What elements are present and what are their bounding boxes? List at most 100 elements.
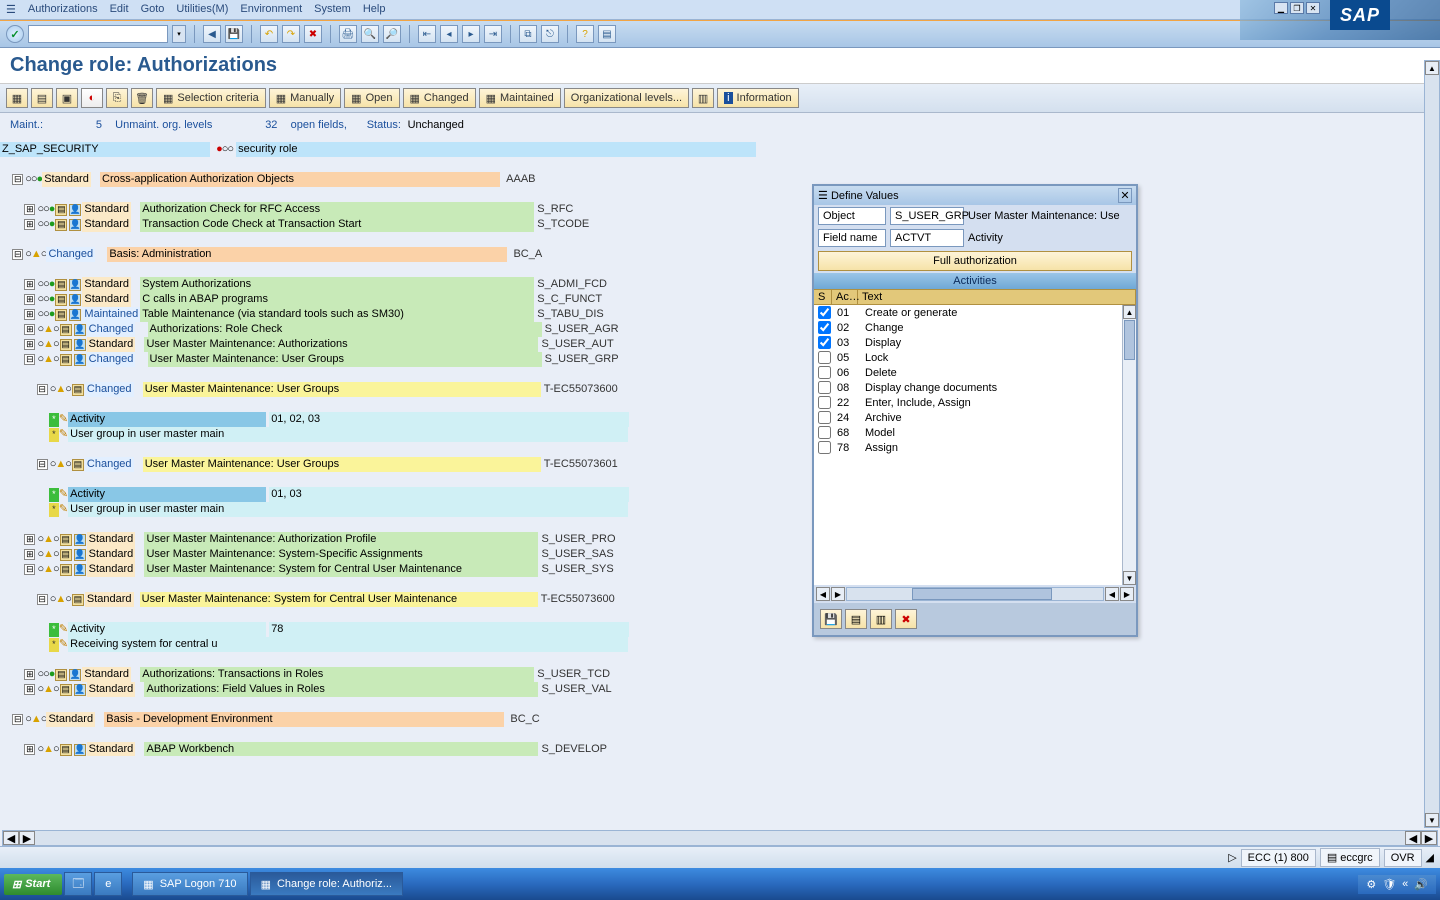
shortcut-icon[interactable]: ⎋ bbox=[541, 25, 559, 43]
layout-icon[interactable]: ▤ bbox=[598, 25, 616, 43]
tree-node[interactable]: ⊟ ○▲○ ▤ Standard User Master Maintenance… bbox=[0, 592, 1432, 607]
activity-row[interactable]: 02Change bbox=[814, 320, 1136, 335]
new-session-icon[interactable]: ⧉ bbox=[519, 25, 537, 43]
task-change-role[interactable]: ▦Change role: Authoriz... bbox=[250, 872, 403, 896]
scroll-thumb[interactable] bbox=[912, 588, 1052, 600]
star-icon[interactable]: * bbox=[49, 413, 59, 427]
tree-node[interactable]: ⊟ ○▲○ ▤ Changed User Master Maintenance:… bbox=[0, 382, 1432, 397]
scroll-down-icon[interactable]: ▼ bbox=[1425, 813, 1439, 827]
tray-expand-icon[interactable]: « bbox=[1402, 878, 1408, 890]
minimize-icon[interactable]: ▁ bbox=[1274, 2, 1288, 14]
back-icon[interactable]: ◀ bbox=[203, 25, 221, 43]
pencil-icon[interactable]: ✎ bbox=[59, 412, 68, 427]
activity-row[interactable]: 08Display change documents bbox=[814, 380, 1136, 395]
menu-help[interactable]: Help bbox=[363, 3, 386, 16]
scroll-right-icon[interactable]: ◀ bbox=[1105, 587, 1119, 601]
command-dropdown-icon[interactable]: ▾ bbox=[172, 25, 186, 43]
expand-icon[interactable]: ▦ bbox=[6, 88, 28, 108]
menu-authorizations[interactable]: Authorizations bbox=[28, 3, 98, 16]
tree-field-activity[interactable]: * ✎ Activity 01, 03 bbox=[0, 487, 1432, 502]
activity-row[interactable]: 06Delete bbox=[814, 365, 1136, 380]
cancel-icon[interactable]: ↷ bbox=[282, 25, 300, 43]
status-resize-icon[interactable]: ◢ bbox=[1426, 851, 1434, 864]
save-icon[interactable]: 💾 bbox=[225, 25, 243, 43]
collapse-icon[interactable]: ▤ bbox=[31, 88, 53, 108]
maximize-icon[interactable]: ❐ bbox=[1290, 2, 1304, 14]
enter-icon[interactable]: ✓ bbox=[6, 25, 24, 43]
star-icon[interactable]: * bbox=[49, 428, 59, 442]
activity-checkbox[interactable] bbox=[818, 366, 831, 379]
cancel-x-icon[interactable]: ✖ bbox=[304, 25, 322, 43]
org-levels-button[interactable]: Organizational levels... bbox=[564, 88, 689, 108]
legend-icon[interactable]: ◐ bbox=[81, 88, 103, 108]
task-sap-logon[interactable]: ▦SAP Logon 710 bbox=[132, 872, 247, 896]
activity-row[interactable]: 05Lock bbox=[814, 350, 1136, 365]
activity-row[interactable]: 01Create or generate bbox=[814, 305, 1136, 320]
auth-tree[interactable]: Z_SAP_SECURITY ●○○ security role ⊟ ○○● S… bbox=[0, 138, 1440, 756]
start-button[interactable]: ⊞Start bbox=[4, 874, 62, 895]
first-page-icon[interactable]: ⇤ bbox=[418, 25, 436, 43]
save-button[interactable]: 💾 bbox=[820, 609, 842, 629]
tree-toggle-icon[interactable]: ▥ bbox=[692, 88, 714, 108]
delete-icon[interactable]: 🗑 bbox=[131, 88, 153, 108]
node-icon[interactable]: ▤ bbox=[55, 204, 67, 216]
pencil-icon[interactable]: ✎ bbox=[59, 427, 68, 442]
scroll-left-end-icon[interactable]: ◀ bbox=[1405, 831, 1421, 845]
activity-row[interactable]: 68Model bbox=[814, 425, 1136, 440]
activity-checkbox[interactable] bbox=[818, 321, 831, 334]
tree-node-stcode[interactable]: ⊞ ○○● ▤👤 Standard Transaction Code Check… bbox=[0, 217, 1432, 232]
tree-node[interactable]: ⊞ ○○● ▤👤 Standard System Authorizations … bbox=[0, 277, 1432, 292]
find-next-icon[interactable]: 🔎 bbox=[383, 25, 401, 43]
scroll-left-icon[interactable]: ◀ bbox=[3, 831, 19, 845]
prev-page-icon[interactable]: ◂ bbox=[440, 25, 458, 43]
tree-node[interactable]: ⊟ ○▲○ ▤👤 Standard User Master Maintenanc… bbox=[0, 562, 1432, 577]
menu-environment[interactable]: Environment bbox=[240, 3, 302, 16]
open-button[interactable]: ▦Open bbox=[344, 88, 399, 108]
copy-icon[interactable]: ⎘ bbox=[106, 88, 128, 108]
scroll-right-last-icon[interactable]: ▶ bbox=[1120, 587, 1134, 601]
collapse-icon[interactable]: ⊟ bbox=[12, 174, 23, 185]
copy-button[interactable]: ▥ bbox=[870, 609, 892, 629]
where-used-icon[interactable]: ▣ bbox=[56, 88, 78, 108]
activity-checkbox[interactable] bbox=[818, 336, 831, 349]
tree-node[interactable]: ⊞ ○▲○ ▤👤 Standard ABAP Workbench S_DEVEL… bbox=[0, 742, 1432, 756]
tree-node[interactable]: ⊞ ○▲○ ▤👤 Changed Authorizations: Role Ch… bbox=[0, 322, 1432, 337]
tree-field-usergrp[interactable]: * ✎ User group in user master main bbox=[0, 502, 1432, 517]
nav-mode-icon[interactable]: ▷ bbox=[1228, 851, 1236, 864]
help-icon[interactable]: ? bbox=[576, 25, 594, 43]
menu-utilities[interactable]: Utilities(M) bbox=[176, 3, 228, 16]
tree-node[interactable]: ⊟ ○▲○ ▤ Changed User Master Maintenance:… bbox=[0, 457, 1432, 472]
activity-row[interactable]: 03Display bbox=[814, 335, 1136, 350]
maintained-button[interactable]: ▦Maintained bbox=[479, 88, 561, 108]
tree-node-srfc[interactable]: ⊞ ○○● ▤👤 Standard Authorization Check fo… bbox=[0, 202, 1432, 217]
activity-checkbox[interactable] bbox=[818, 351, 831, 364]
activity-checkbox[interactable] bbox=[818, 306, 831, 319]
tree-node[interactable]: ⊞ ○▲○ ▤👤 Standard Authorizations: Field … bbox=[0, 682, 1432, 697]
dialog-close-icon[interactable]: ✕ bbox=[1118, 188, 1132, 203]
exit-icon[interactable]: ↶ bbox=[260, 25, 278, 43]
selection-criteria-button[interactable]: ▦Selection criteria bbox=[156, 88, 266, 108]
activity-checkbox[interactable] bbox=[818, 426, 831, 439]
tree-node-aaab[interactable]: ⊟ ○○● Standard Cross-application Authori… bbox=[0, 172, 1432, 187]
quick-launch-ie[interactable]: e bbox=[94, 872, 122, 896]
tree-field-activity[interactable]: * ✎ Activity 78 bbox=[0, 622, 1432, 637]
main-horiz-scrollbar[interactable]: ◀ ▶ ◀ ▶ bbox=[2, 830, 1438, 846]
menu-edit[interactable]: Edit bbox=[110, 3, 129, 16]
activity-row[interactable]: 24Archive bbox=[814, 410, 1136, 425]
tray-icon[interactable]: 🔊 bbox=[1414, 878, 1428, 891]
tree-node-bcc[interactable]: ⊟ ○▲○ Standard Basis - Development Envir… bbox=[0, 712, 1432, 727]
scroll-left-first-icon[interactable]: ◀ bbox=[816, 587, 830, 601]
scroll-down-icon[interactable]: ▼ bbox=[1123, 571, 1136, 585]
scroll-left-icon[interactable]: ▶ bbox=[831, 587, 845, 601]
transfer-button[interactable]: ▤ bbox=[845, 609, 867, 629]
tree-node-susergrp[interactable]: ⊟ ○▲○ ▤👤 Changed User Master Maintenance… bbox=[0, 352, 1432, 367]
tree-field-usergrp[interactable]: * ✎ User group in user master main bbox=[0, 427, 1432, 442]
next-page-icon[interactable]: ▸ bbox=[462, 25, 480, 43]
tree-field-activity[interactable]: * ✎ Activity 01, 02, 03 bbox=[0, 412, 1432, 427]
print-icon[interactable]: 🖨 bbox=[339, 25, 357, 43]
tree-node-bca[interactable]: ⊟ ○▲○ Changed Basis: Administration BC_A bbox=[0, 247, 1432, 262]
tree-node[interactable]: ⊞ ○○● ▤👤 Maintained Table Maintenance (v… bbox=[0, 307, 1432, 322]
close-icon[interactable]: ✕ bbox=[1306, 2, 1320, 14]
session-menu-icon[interactable]: ☰ bbox=[6, 3, 16, 16]
main-vertical-scrollbar[interactable]: ▲ ▼ bbox=[1424, 60, 1440, 828]
